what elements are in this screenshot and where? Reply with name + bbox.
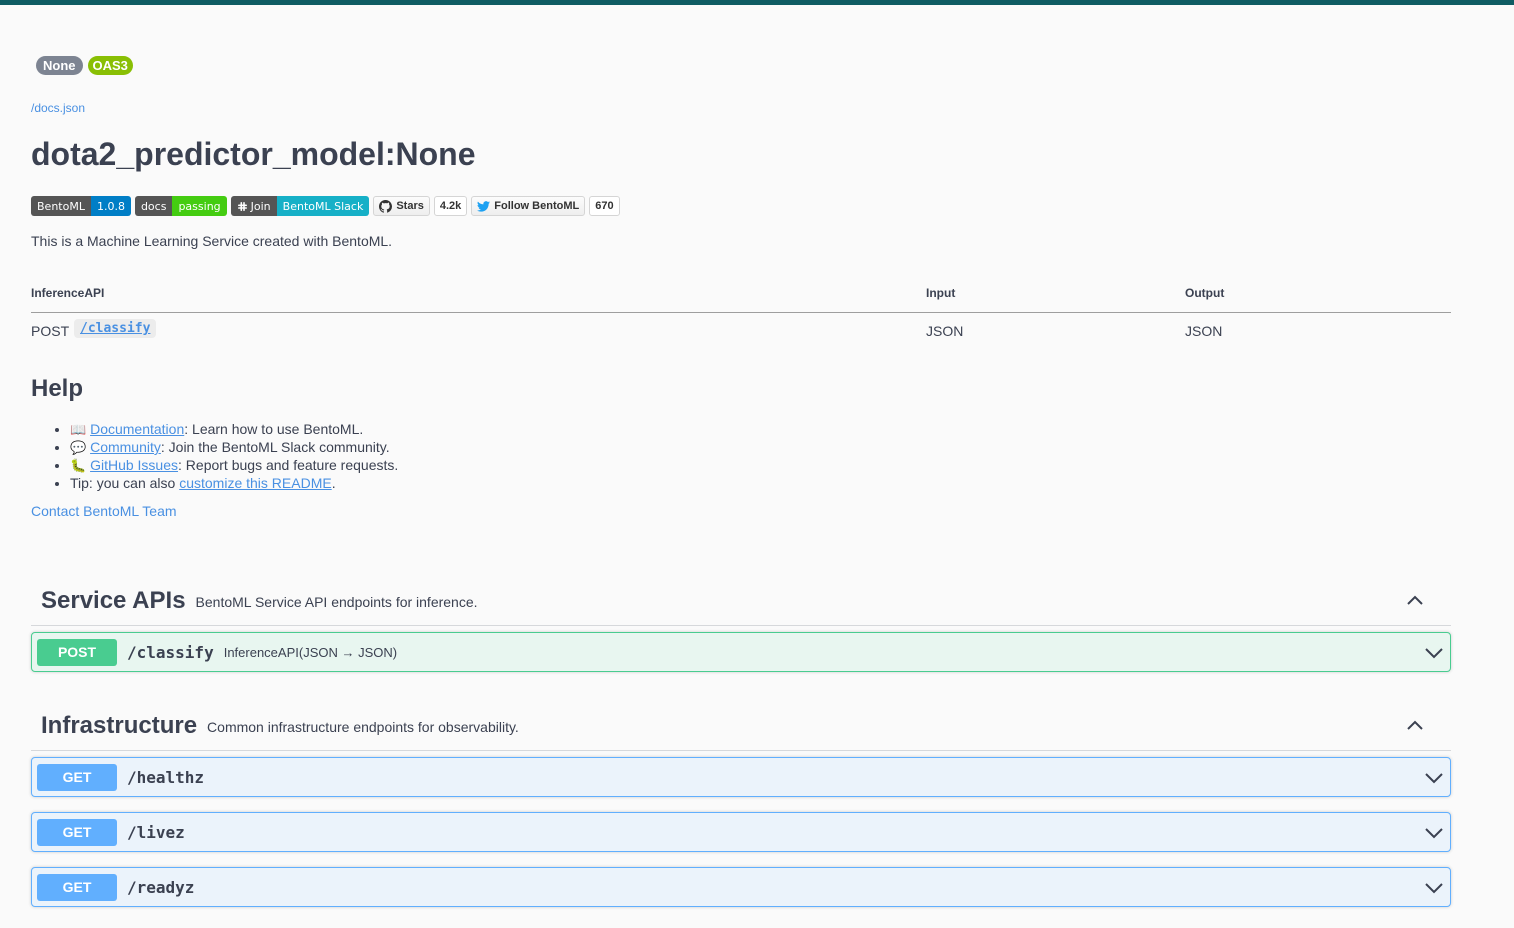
infrastructure-header[interactable]: Infrastructure Common infrastructure end… xyxy=(31,701,1451,751)
service-description: This is a Machine Learning Service creat… xyxy=(31,233,393,249)
github-issues-link[interactable]: GitHub Issues xyxy=(90,457,178,473)
badge-row: BentoML 1.0.8 docs passing Join BentoML … xyxy=(31,196,620,216)
twitter-follow-button[interactable]: Follow BentoML xyxy=(471,196,586,216)
chevron-up-icon[interactable] xyxy=(1405,590,1425,610)
operation-get-readyz[interactable]: GET /readyz xyxy=(31,867,1451,907)
book-icon: 📖 xyxy=(70,423,87,438)
classify-endpoint-link[interactable]: /classify xyxy=(74,319,157,338)
badge-label: BentoML xyxy=(31,196,91,216)
method-badge: GET xyxy=(37,763,117,791)
version-pills: None OAS3 xyxy=(36,56,133,75)
badge-value: BentoML Slack xyxy=(276,196,370,216)
slack-badge[interactable]: Join BentoML Slack xyxy=(230,196,370,216)
contact-team-link[interactable]: Contact BentoML Team xyxy=(31,503,177,519)
chevron-up-icon[interactable] xyxy=(1405,715,1425,735)
service-apis-header[interactable]: Service APIs BentoML Service API endpoin… xyxy=(31,576,1451,626)
list-item: 💬 Community: Join the BentoML Slack comm… xyxy=(70,439,398,457)
twitter-follow-badge[interactable]: Follow BentoML 670 xyxy=(471,196,620,216)
chevron-down-icon[interactable] xyxy=(1424,643,1444,663)
version-pill: None xyxy=(36,56,83,75)
operation-path: /healthz xyxy=(127,767,205,787)
infrastructure-section: Infrastructure Common infrastructure end… xyxy=(31,701,1451,907)
customize-readme-link[interactable]: customize this README xyxy=(179,475,331,491)
list-item: 📖 Documentation: Learn how to use BentoM… xyxy=(70,421,398,439)
operation-get-livez[interactable]: GET /livez xyxy=(31,812,1451,852)
service-apis-section: Service APIs BentoML Service API endpoin… xyxy=(31,576,1451,672)
help-text: : Report bugs and feature requests. xyxy=(178,457,399,473)
documentation-link[interactable]: Documentation xyxy=(90,421,184,437)
chevron-down-icon[interactable] xyxy=(1424,823,1444,843)
github-stars-button[interactable]: Stars xyxy=(373,196,430,216)
speech-bubble-icon: 💬 xyxy=(70,441,87,456)
github-stars-badge[interactable]: Stars 4.2k xyxy=(373,196,468,216)
header-input: Input xyxy=(926,286,956,300)
table-row: POST /classify JSON JSON xyxy=(31,313,1451,349)
section-name: Infrastructure xyxy=(41,711,198,739)
operation-path: /classify xyxy=(127,642,214,662)
bug-icon: 🐛 xyxy=(70,459,87,474)
header-output: Output xyxy=(1185,286,1225,300)
help-text: : Join the BentoML Slack community. xyxy=(160,439,390,455)
operation-get-healthz[interactable]: GET /healthz xyxy=(31,757,1451,797)
chevron-down-icon[interactable] xyxy=(1424,878,1444,898)
help-text: Tip: you can also xyxy=(70,475,180,491)
twitter-icon xyxy=(477,200,491,212)
slack-icon xyxy=(237,201,247,211)
community-link[interactable]: Community xyxy=(90,439,161,455)
operation-path: /readyz xyxy=(127,877,195,897)
docs-json-link[interactable]: /docs.json xyxy=(31,101,85,115)
badge-value: 1.0.8 xyxy=(90,196,131,216)
section-description: BentoML Service API endpoints for infere… xyxy=(195,593,478,610)
list-item: 🐛 GitHub Issues: Report bugs and feature… xyxy=(70,457,398,475)
section-name: Service APIs xyxy=(41,586,186,614)
operation-path: /livez xyxy=(127,822,185,842)
badge-label: Stars xyxy=(396,200,424,212)
twitter-follow-count: 670 xyxy=(589,196,620,216)
row-output: JSON xyxy=(1185,323,1223,339)
chevron-down-icon[interactable] xyxy=(1424,768,1444,788)
help-text: . xyxy=(331,475,336,491)
row-input: JSON xyxy=(926,323,964,339)
oas-version-pill: OAS3 xyxy=(87,56,133,75)
help-text: : Learn how to use BentoML. xyxy=(184,421,364,437)
bentoml-version-badge[interactable]: BentoML 1.0.8 xyxy=(31,196,131,216)
github-stars-count: 4.2k xyxy=(433,196,468,216)
docs-badge[interactable]: docs passing xyxy=(134,196,227,216)
section-description: Common infrastructure endpoints for obse… xyxy=(207,718,519,735)
list-item: Tip: you can also customize this README. xyxy=(70,475,398,491)
page-title: dota2_predictor_model:None xyxy=(31,136,476,172)
header-inference-api: InferenceAPI xyxy=(31,286,105,300)
help-list: 📖 Documentation: Learn how to use BentoM… xyxy=(31,421,398,491)
badge-value: passing xyxy=(172,196,227,216)
method-badge: GET xyxy=(37,873,117,901)
help-heading: Help xyxy=(31,375,84,402)
badge-label: Join xyxy=(250,199,271,213)
method-badge: POST xyxy=(37,638,117,666)
method-badge: GET xyxy=(37,818,117,846)
operation-summary: InferenceAPI(JSON → JSON) xyxy=(223,644,398,660)
inference-api-table: InferenceAPI Input Output POST /classify… xyxy=(31,285,1451,349)
badge-label: docs xyxy=(134,196,173,216)
row-method: POST xyxy=(31,323,70,339)
top-bar xyxy=(0,0,1514,5)
badge-label-wrap: Join xyxy=(230,196,277,216)
github-icon xyxy=(379,199,393,213)
badge-label: Follow BentoML xyxy=(494,200,580,212)
table-header: InferenceAPI Input Output xyxy=(31,285,1451,313)
operation-post-classify[interactable]: POST /classify InferenceAPI(JSON → JSON) xyxy=(31,632,1451,672)
